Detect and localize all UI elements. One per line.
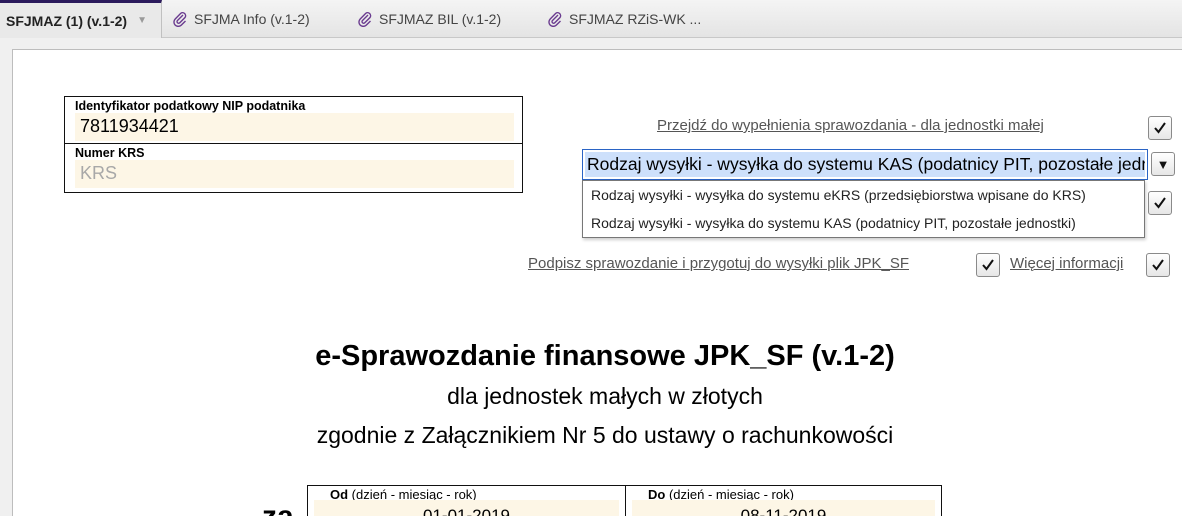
krs-row: Numer KRS KRS [65,144,522,192]
send-type-options-list: Rodzaj wysyłki - wysyłka do systemu eKRS… [582,180,1145,238]
tab-label: SFJMAZ (1) (v.1-2) [6,12,128,29]
checkmark-icon [1154,122,1166,134]
paperclip-icon [358,12,372,27]
tab-label: SFJMAZ RZiS-WK ... [569,11,702,27]
report-subtitle-1: dla jednostek małych w złotych [447,383,763,409]
nip-label: Identyfikator podatkowy NIP podatnika [75,99,306,113]
paperclip-icon [173,12,187,27]
period-to-cell: Do (dzień - miesiąc - rok) 08-11-2019 [626,486,941,516]
checkmark-icon [1152,259,1164,271]
nip-field[interactable]: 7811934421 [75,113,514,141]
period-from-cell: Od (dzień - miesiąc - rok) 01-01-2019 [308,486,626,516]
tab-sfjma-info[interactable]: SFJMA Info (v.1-2) [172,0,310,38]
tab-sfjmaz-rzis-wk[interactable]: SFJMAZ RZiS-WK ... [547,0,701,38]
send-type-selected-value: Rodzaj wysyłki - wysyłka do systemu KAS … [585,152,1145,177]
checkmark-icon [982,259,994,271]
nip-row: Identyfikator podatkowy NIP podatnika 78… [65,97,522,144]
period-table: Od (dzień - miesiąc - rok) 01-01-2019 Do… [307,485,942,516]
send-type-option-ekrs[interactable]: Rodzaj wysyłki - wysyłka do systemu eKRS… [583,181,1144,209]
period-from-field[interactable]: 01-01-2019 [314,500,619,516]
krs-label: Numer KRS [75,146,145,160]
report-title: e-Sprawozdanie finansowe JPK_SF (v.1-2) [315,340,895,372]
send-type-select[interactable]: Rodzaj wysyłki - wysyłka do systemu KAS … [582,149,1148,180]
paperclip-icon [548,12,562,27]
checkmark-icon [1154,197,1166,209]
small-unit-link[interactable]: Przejdź do wypełnienia sprawozdania - dl… [657,117,1044,134]
sign-report-link[interactable]: Podpisz sprawozdanie i przygotuj do wysy… [528,255,909,272]
tab-sfjmaz-1[interactable]: SFJMAZ (1) (v.1-2) ▼ [0,0,162,38]
identity-box: Identyfikator podatkowy NIP podatnika 78… [64,96,523,193]
krs-field[interactable]: KRS [75,160,514,188]
tab-bar: SFJMAZ (1) (v.1-2) ▼ SFJMA Info (v.1-2) … [0,0,1182,38]
more-info-checkbox[interactable] [1146,253,1170,277]
more-info-link[interactable]: Więcej informacji [1010,255,1123,272]
period-za-label: za [262,500,294,516]
small-unit-checkbox[interactable] [1148,116,1172,140]
send-type-option-kas[interactable]: Rodzaj wysyłki - wysyłka do systemu KAS … [583,209,1144,237]
send-type-checkbox[interactable] [1148,191,1172,215]
chevron-down-icon: ▼ [1156,156,1170,172]
period-to-field[interactable]: 08-11-2019 [632,500,935,516]
sign-report-checkbox[interactable] [976,253,1000,277]
chevron-down-icon[interactable]: ▼ [137,15,147,26]
report-subtitle-2: zgodnie z Załącznikiem Nr 5 do ustawy o … [316,422,894,448]
tab-label: SFJMA Info (v.1-2) [194,11,310,27]
tab-label: SFJMAZ BIL (v.1-2) [379,11,502,27]
tab-sfjmaz-bil[interactable]: SFJMAZ BIL (v.1-2) [357,0,501,38]
send-type-dropdown-button[interactable]: ▼ [1151,152,1175,176]
